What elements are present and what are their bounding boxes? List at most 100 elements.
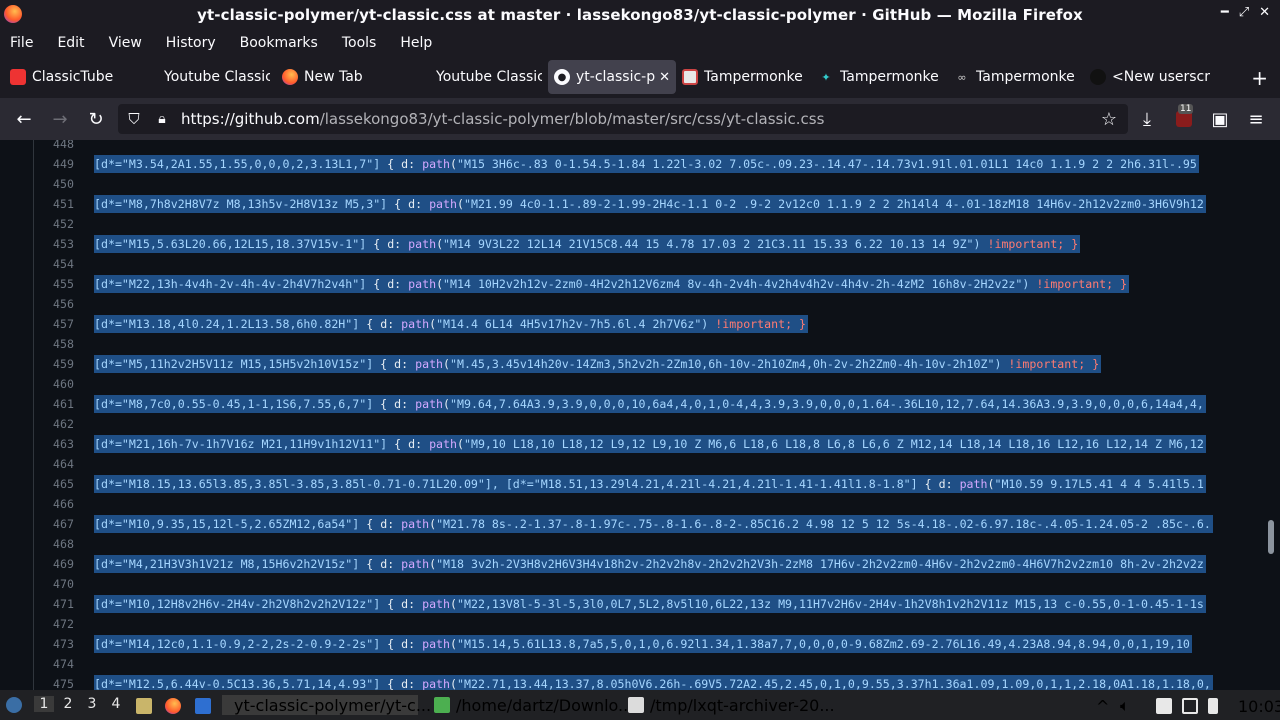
line-number[interactable]: 466	[34, 494, 74, 514]
tab-tampermonkey-2[interactable]: ✦ Tampermonke	[812, 60, 948, 94]
line-number[interactable]: 475	[34, 674, 74, 690]
code-text[interactable]: [d*="M18.15,13.65l3.85,3.85l-3.85,3.85l-…	[94, 475, 1206, 493]
menu-bookmarks[interactable]: Bookmarks	[240, 35, 318, 51]
code-text[interactable]: [d*="M5,11h2v2H5V11z M15,15H5v2h10V15z"]…	[94, 355, 1102, 373]
tab-youtube-classic-1[interactable]: Youtube Classic P	[140, 60, 276, 94]
workspace-4[interactable]: 4	[106, 696, 126, 712]
line-number[interactable]: 457	[34, 314, 74, 334]
forward-icon[interactable]: →	[47, 106, 73, 132]
tray-up-icon[interactable]: ^	[1096, 696, 1109, 716]
code-text[interactable]: [d*="M4,21H3V3h1V21z M8,15H6v2h2V15z"] {…	[94, 555, 1206, 573]
workspace-3[interactable]: 3	[82, 696, 102, 712]
close-icon[interactable]: ✕	[1259, 5, 1270, 20]
line-number[interactable]: 448	[34, 140, 74, 154]
hamburger-menu-icon[interactable]: ≡	[1243, 106, 1269, 132]
firefox-launcher-icon[interactable]	[165, 696, 187, 716]
line-number[interactable]: 449	[34, 154, 74, 174]
tab-youtube-classic-2[interactable]: Youtube Classic P	[412, 60, 548, 94]
workspace-1[interactable]: 1	[34, 696, 54, 712]
css-property: d	[387, 237, 395, 251]
menu-help[interactable]: Help	[400, 35, 432, 51]
menu-file[interactable]: File	[10, 35, 33, 51]
minimize-icon[interactable]: ━	[1221, 5, 1229, 20]
menu-history[interactable]: History	[166, 35, 216, 51]
monitor-icon[interactable]	[1182, 696, 1204, 716]
menu-view[interactable]: View	[109, 35, 142, 51]
line-number[interactable]: 467	[34, 514, 74, 534]
line-number[interactable]: 460	[34, 374, 74, 394]
clipboard-icon[interactable]	[1156, 696, 1178, 716]
taskbar-item-editor[interactable]: /tmp/lxqt-archiver-20...	[622, 695, 841, 715]
code-text[interactable]: [d*="M10,9.35,15,12l-5,2.65ZM12,6a54"] {…	[94, 515, 1213, 533]
editor-icon	[628, 697, 644, 713]
line-number[interactable]: 465	[34, 474, 74, 494]
line-number[interactable]: 474	[34, 654, 74, 674]
volume-icon[interactable]: 🔈︎	[1120, 696, 1130, 716]
code-text[interactable]: [d*="M22,13h-4v4h-2v-4h-4v-2h4V7h2v4h"] …	[94, 275, 1130, 293]
css-selector: [d*="M8,7h8v2H8V7z M8,13h5v-2H8V13z M5,3…	[94, 197, 388, 211]
line-number[interactable]: 461	[34, 394, 74, 414]
new-tab-icon[interactable]: +	[1251, 66, 1268, 90]
line-number[interactable]: 470	[34, 574, 74, 594]
code-text[interactable]: [d*="M3.54,2A1.55,1.55,0,0,0,2,3.13L1,7"…	[94, 155, 1199, 173]
line-number[interactable]: 456	[34, 294, 74, 314]
download-icon[interactable]: ⤓	[1134, 106, 1160, 132]
code-text[interactable]: [d*="M14,12c0,1.1-0.9,2-2,2s-2-0.9-2-2s"…	[94, 635, 1192, 653]
code-text[interactable]: [d*="M15,5.63L20.66,12L15,18.37V15v-1"] …	[94, 235, 1081, 253]
line-number[interactable]: 450	[34, 174, 74, 194]
tab-tampermonkey-1[interactable]: Tampermonke	[676, 60, 812, 94]
bookmark-star-icon[interactable]: ☆	[1096, 106, 1122, 132]
reader-view-icon[interactable]: ▣	[1207, 106, 1233, 132]
line-number[interactable]: 459	[34, 354, 74, 374]
line-number[interactable]: 452	[34, 214, 74, 234]
shield-icon[interactable]: ⛉	[121, 106, 147, 132]
css-function: path	[422, 597, 451, 611]
code-text[interactable]: [d*="M12.5,6.44v-0.5C13.36,5.71,14,4.93"…	[94, 675, 1213, 690]
url-host: https://github.com	[181, 110, 320, 128]
tab-yt-classic-polymer[interactable]: ● yt-classic-pc ✕	[548, 60, 676, 94]
code-text[interactable]: [d*="M8,7h8v2H8V7z M8,13h5v-2H8V13z M5,3…	[94, 195, 1206, 213]
url-text[interactable]: https://github.com/lassekongo83/yt-class…	[181, 110, 824, 128]
line-number[interactable]: 453	[34, 234, 74, 254]
menu-tools[interactable]: Tools	[342, 35, 377, 51]
line-number[interactable]: 454	[34, 254, 74, 274]
line-number[interactable]: 451	[34, 194, 74, 214]
menu-edit[interactable]: Edit	[57, 35, 84, 51]
code-text[interactable]: [d*="M21,16h-7v-1h7V16z M21,11H9v1h12V11…	[94, 435, 1206, 453]
lock-icon[interactable]: 🔒︎	[149, 106, 175, 132]
line-number[interactable]: 455	[34, 274, 74, 294]
tab-label: Youtube Classic P	[436, 69, 542, 85]
file-manager-launcher-icon[interactable]	[136, 696, 158, 716]
css-function: path	[401, 517, 430, 531]
taskbar-item-file-manager[interactable]: /home/dartz/Downlo...	[428, 695, 639, 715]
workspace-2[interactable]: 2	[58, 696, 78, 712]
line-number[interactable]: 464	[34, 454, 74, 474]
tab-tampermonkey-3[interactable]: ∞ Tampermonke	[948, 60, 1084, 94]
line-number[interactable]: 473	[34, 634, 74, 654]
battery-icon[interactable]	[1208, 696, 1224, 716]
line-number[interactable]: 471	[34, 594, 74, 614]
restore-icon[interactable]: ⤢	[1239, 5, 1249, 20]
back-icon[interactable]: ←	[11, 106, 37, 132]
code-text[interactable]: [d*="M13.18,4l0.24,1.2L13.58,6h0.82H"] {…	[94, 315, 809, 333]
line-number[interactable]: 462	[34, 414, 74, 434]
line-number[interactable]: 463	[34, 434, 74, 454]
code-text[interactable]: [d*="M10,12H8v2H6v-2H4v-2h2V8h2v2h2V12z"…	[94, 595, 1206, 613]
tab-new-tab[interactable]: New Tab	[276, 60, 412, 94]
tab-new-userscript[interactable]: <New userscr	[1084, 60, 1220, 94]
tab-classictube[interactable]: ClassicTube	[4, 60, 140, 94]
taskbar-item-firefox[interactable]: yt-classic-polymer/yt-c...	[222, 695, 431, 715]
line-number[interactable]: 468	[34, 534, 74, 554]
scrollbar-thumb[interactable]	[1268, 520, 1274, 554]
reload-icon[interactable]: ↻	[83, 106, 109, 132]
line-number[interactable]: 472	[34, 614, 74, 634]
close-tab-icon[interactable]: ✕	[659, 70, 670, 85]
line-number[interactable]: 458	[34, 334, 74, 354]
css-function: path	[429, 197, 457, 211]
line-number[interactable]: 469	[34, 554, 74, 574]
code-text[interactable]: [d*="M8,7c0,0.55-0.45,1-1,1S6,7.55,6,7"]…	[94, 395, 1206, 413]
css-property: d	[401, 677, 409, 690]
css-value: "M9,10 L18,10 L18,12 L9,12 L9,10 Z M6,6 …	[463, 437, 1204, 451]
start-menu-icon[interactable]	[6, 695, 28, 715]
desktop-launcher-icon[interactable]	[195, 696, 217, 716]
